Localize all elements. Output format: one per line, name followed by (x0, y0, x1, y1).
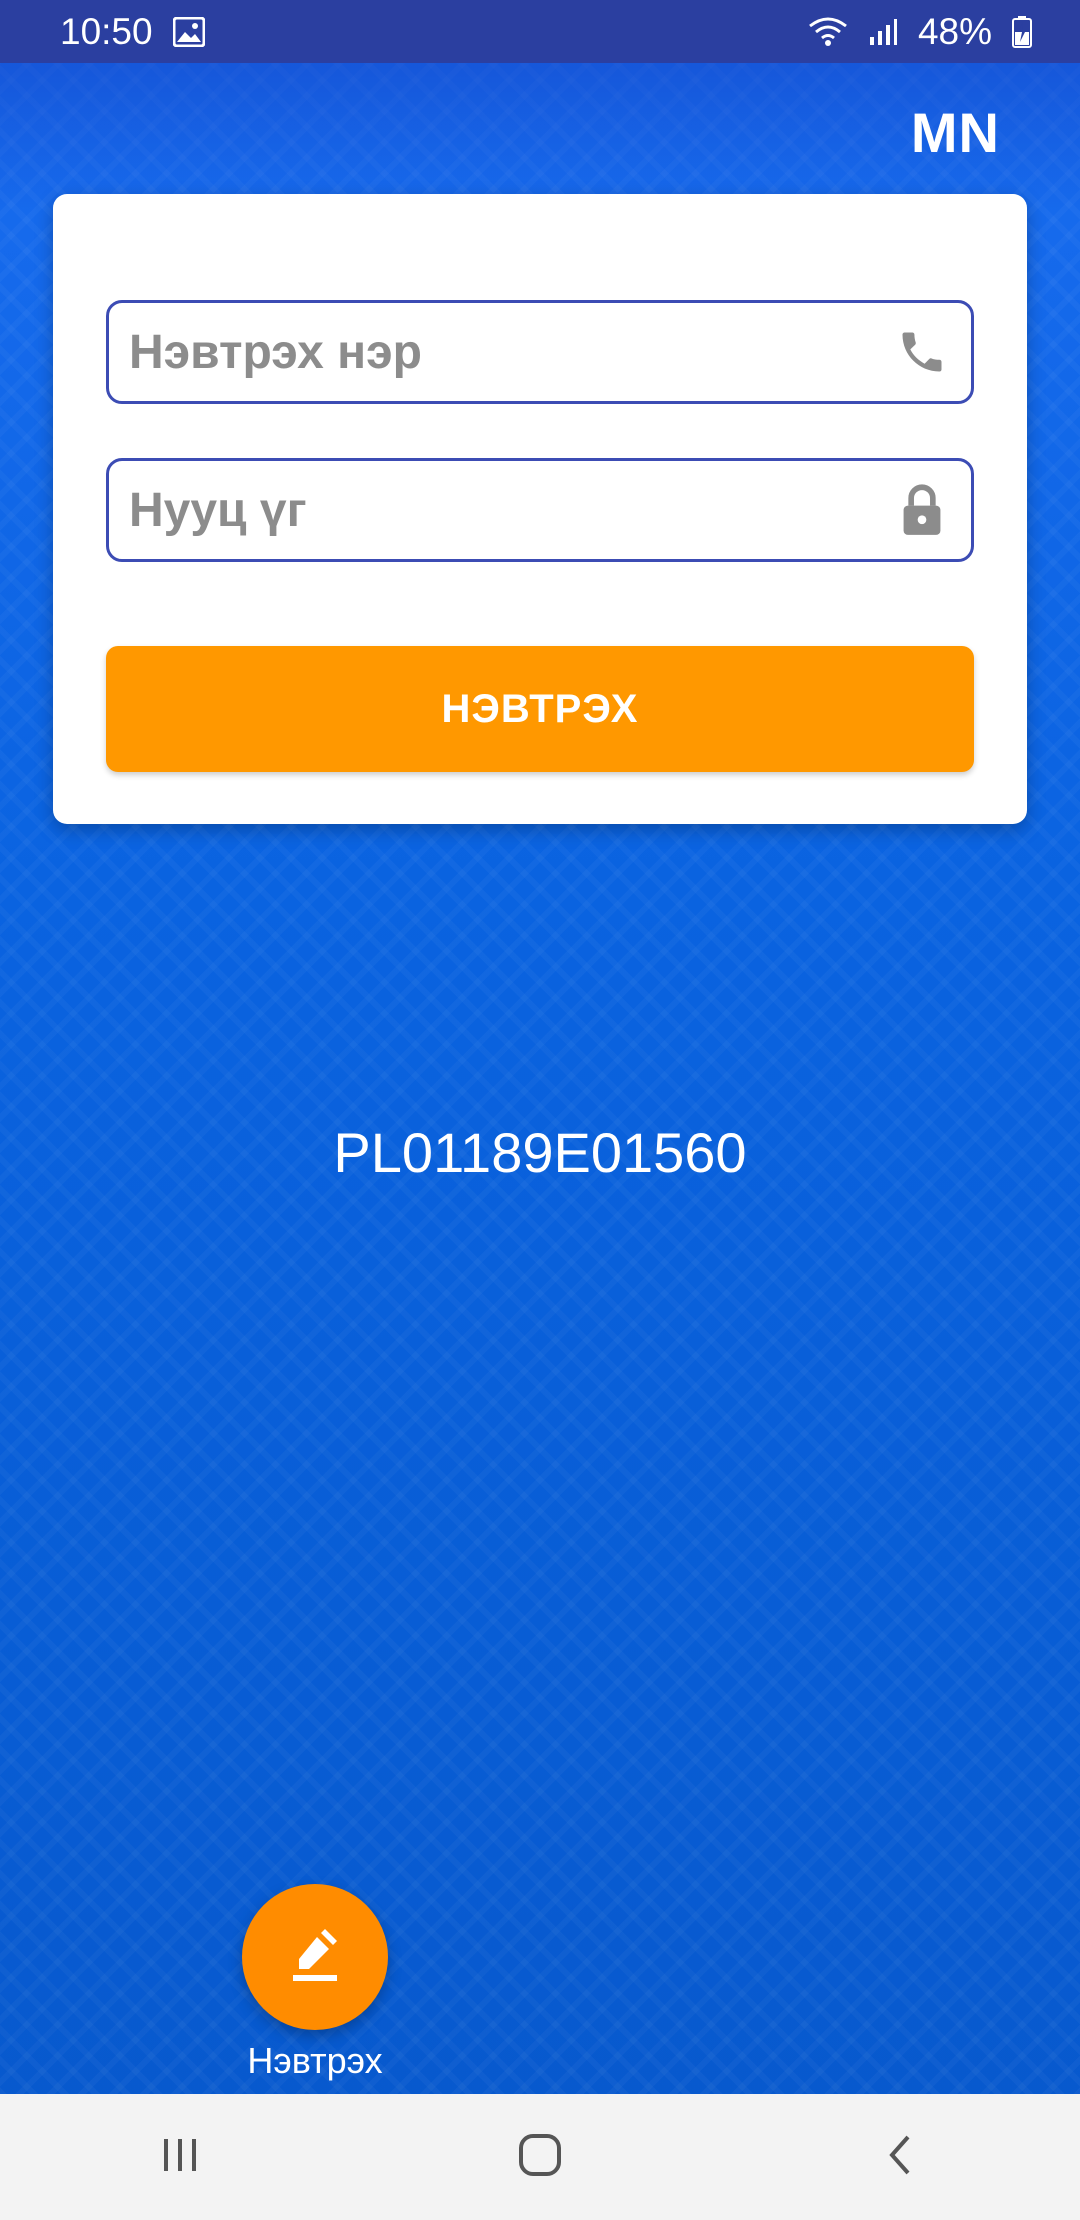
back-button[interactable] (840, 2117, 960, 2197)
battery-percent: 48% (917, 10, 992, 52)
device-serial: PL01189E01560 (333, 1121, 747, 1184)
edit-icon (285, 1925, 345, 1990)
phone-icon (893, 323, 951, 381)
status-bar: 10:50 48% (0, 0, 1080, 63)
home-button[interactable] (480, 2117, 600, 2197)
username-field[interactable] (106, 300, 974, 404)
wifi-icon (808, 16, 848, 48)
signal-icon (868, 17, 898, 47)
recent-apps-icon (160, 2135, 200, 2180)
recent-apps-button[interactable] (120, 2117, 240, 2197)
gallery-icon (172, 16, 205, 47)
battery-icon (1012, 15, 1032, 48)
status-time: 10:50 (60, 10, 153, 52)
fab-label: Нэвтрэх (247, 2040, 383, 2081)
login-fab-button[interactable] (242, 1884, 388, 2030)
password-field[interactable] (106, 458, 974, 562)
login-button[interactable]: НЭВТРЭХ (106, 646, 974, 772)
username-input[interactable] (129, 324, 893, 380)
home-icon (516, 2131, 564, 2184)
system-nav-bar (0, 2094, 1080, 2220)
back-icon (880, 2133, 920, 2182)
login-card: НЭВТРЭХ (53, 194, 1027, 824)
language-switch[interactable]: MN (911, 100, 1000, 165)
login-screen: 10:50 48% MN Нэвтрэх нэр НЭВТРЭХ PL01189… (0, 0, 1080, 2220)
lock-icon (893, 481, 951, 539)
password-input[interactable] (129, 482, 893, 538)
